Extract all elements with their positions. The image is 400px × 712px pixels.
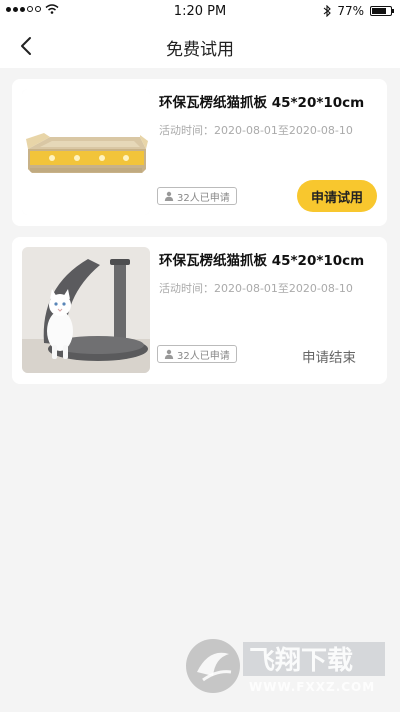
applicant-count: 32人已申请 [177, 192, 230, 204]
svg-text:飞翔下载: 飞翔下载 [249, 646, 353, 676]
activity-period: 活动时间：2020-08-01至2020-08-10 [159, 124, 353, 137]
battery-fill [372, 8, 386, 14]
svg-text:WWW.FXXZ.COM: WWW.FXXZ.COM [249, 680, 375, 694]
watermark-logo: 飞翔下载 WWW.FXXZ.COM [183, 636, 388, 696]
applicant-count: 32人已申请 [177, 350, 230, 362]
page-title: 免费试用 [166, 40, 234, 60]
bluetooth-icon [323, 5, 332, 17]
product-image-cat-scratcher-arch [22, 247, 150, 373]
applicant-count-badge: 32人已申请 [157, 187, 237, 205]
nav-bar: 免费试用 [0, 24, 400, 68]
product-title: 环保瓦楞纸猫抓板 45*20*10cm [159, 95, 365, 111]
product-title: 环保瓦楞纸猫抓板 45*20*10cm [159, 253, 365, 269]
battery-percent: 77% [337, 4, 364, 18]
application-ended-label: 申请结束 [302, 350, 356, 366]
user-icon [164, 349, 174, 359]
applicant-count-badge: 32人已申请 [157, 345, 237, 363]
battery-icon [370, 6, 394, 16]
status-right: 77% [323, 4, 394, 18]
user-icon [164, 191, 174, 201]
product-card[interactable]: 环保瓦楞纸猫抓板 45*20*10cm 活动时间：2020-08-01至2020… [12, 237, 387, 384]
product-image-cardboard-scratcher [22, 89, 150, 215]
product-card[interactable]: 环保瓦楞纸猫抓板 45*20*10cm 活动时间：2020-08-01至2020… [12, 79, 387, 226]
activity-period: 活动时间：2020-08-01至2020-08-10 [159, 282, 353, 295]
status-bar: 1:20 PM 77% [0, 0, 400, 24]
apply-trial-button[interactable]: 申请试用 [297, 180, 377, 212]
